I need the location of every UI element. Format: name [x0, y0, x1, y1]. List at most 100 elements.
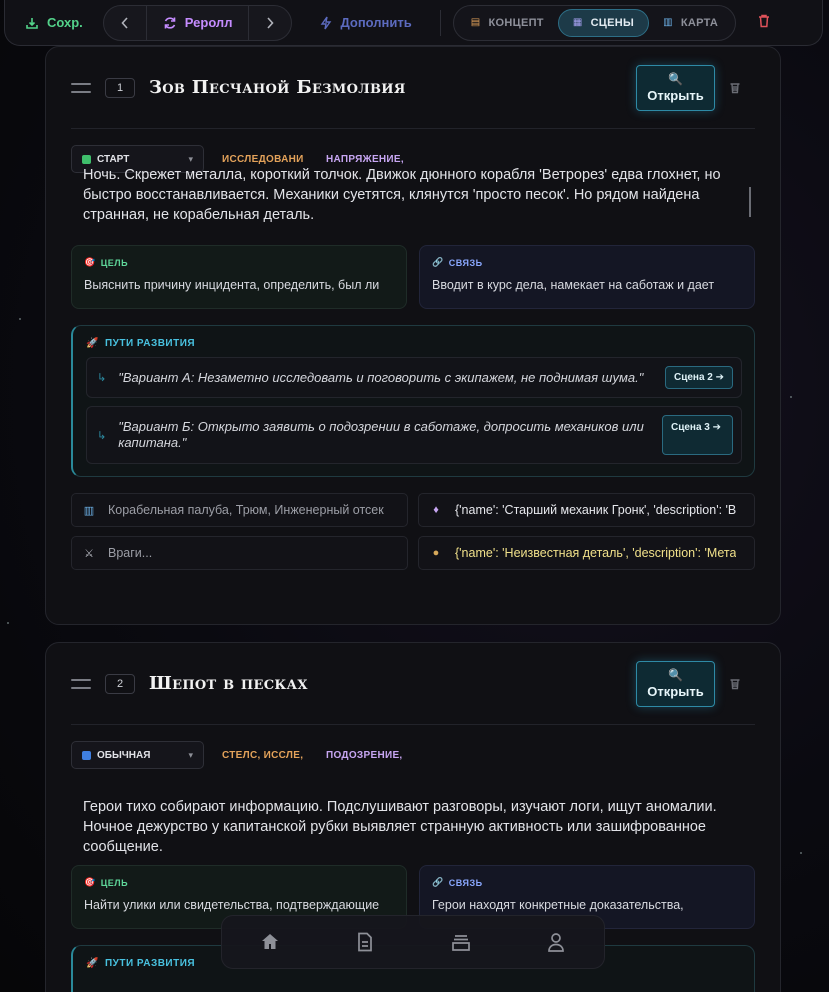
- lightning-icon: [321, 16, 332, 29]
- trash-icon: [759, 14, 770, 28]
- fill-button[interactable]: Дополнить: [292, 15, 439, 30]
- path-text: "Вариант А: Незаметно исследовать и пого…: [118, 369, 644, 385]
- money-bag-icon: ●: [432, 547, 440, 559]
- home-button[interactable]: [258, 930, 282, 954]
- trash-icon: [730, 83, 740, 94]
- save-button[interactable]: Сохр.: [13, 15, 103, 30]
- prev-button[interactable]: [104, 5, 146, 41]
- scene-details-grid: ▥ Корабельная палуба, Трюм, Инженерный о…: [71, 493, 755, 570]
- scroll-icon: ▤: [470, 17, 481, 28]
- goal-label: ЦЕЛЬ: [100, 877, 129, 888]
- npcs-field[interactable]: ♦ {'name': 'Старший механик Гронк', 'des…: [418, 493, 755, 527]
- goal-link-row: 🎯 ЦЕЛЬ Выяснить причину инцидента, опреде…: [71, 245, 755, 309]
- delete-scene-button[interactable]: [715, 677, 755, 690]
- drag-handle[interactable]: [71, 82, 91, 93]
- path-text: "Вариант Б: Открыто заявить о подозрении…: [118, 419, 644, 450]
- scene-description[interactable]: Ночь. Скрежет металла, короткий толчок. …: [71, 165, 755, 225]
- view-tabs: ▤ КОНЦЕПТ ▦ СЦЕНЫ ▥ КАРТА: [452, 4, 737, 41]
- tab-scenes[interactable]: ▦ СЦЕНЫ: [557, 8, 650, 37]
- open-button[interactable]: 🔍 Открыть: [636, 660, 715, 707]
- download-icon: [26, 17, 38, 29]
- locations-value: Корабельная палуба, Трюм, Инженерный отс…: [108, 503, 384, 517]
- toolbar-divider: [439, 9, 441, 36]
- star: [19, 318, 21, 320]
- open-label: Открыть: [647, 684, 704, 699]
- open-label: Открыть: [647, 88, 704, 103]
- link-label: СВЯЗЬ: [448, 877, 483, 888]
- document-icon: [358, 932, 373, 952]
- rocket-icon: 🚀: [86, 338, 99, 349]
- chevron-down-icon: ▾: [188, 749, 193, 760]
- drag-handle[interactable]: [71, 678, 91, 689]
- target-icon: 🎯: [84, 257, 96, 267]
- user-icon: [548, 933, 565, 952]
- scene-navigator: Реролл: [102, 4, 293, 41]
- mood-input[interactable]: НАПРЯЖЕНИЕ, І: [326, 154, 406, 165]
- branch-arrow-icon: ↳: [97, 372, 107, 384]
- goto-scene-button[interactable]: Сцена 2 ➔: [664, 366, 733, 389]
- scene-header: 2 Шепот в песках 🔍 Открыть: [71, 643, 755, 725]
- goal-text: Выяснить причину инцидента, определить, …: [84, 278, 380, 292]
- link-text: Герои находят конкретные доказательства,: [432, 898, 684, 912]
- locations-field[interactable]: ▥ Корабельная палуба, Трюм, Инженерный о…: [71, 493, 408, 527]
- type-color-swatch: [82, 154, 91, 164]
- link-icon: 🔗: [432, 877, 444, 887]
- top-toolbar: Сохр. Реролл Дополнить ▤ КОНЦЕПТ ▦ СЦЕНЫ…: [4, 0, 823, 46]
- tab-map-label: КАРТА: [680, 16, 719, 29]
- trash-icon: [730, 679, 740, 690]
- swords-icon: ⚔: [84, 547, 94, 560]
- items-field[interactable]: ● {'name': 'Неизвестная деталь', 'descri…: [418, 536, 755, 570]
- next-button[interactable]: [249, 5, 291, 41]
- magnifier-icon: 🔍: [668, 72, 683, 86]
- star: [7, 622, 9, 624]
- chevron-right-icon: [267, 16, 275, 29]
- tab-concept[interactable]: ▤ КОНЦЕПТ: [457, 9, 558, 37]
- description-text: Ночь. Скрежет металла, короткий толчок. …: [83, 167, 721, 223]
- scene-meta: ОБЫЧНАЯ ▾ СТЕЛС, ИССЛЕ, ПОДОЗРЕНИЕ, І: [71, 725, 755, 785]
- delete-all-button[interactable]: [758, 14, 770, 31]
- reroll-label: Реролл: [184, 15, 233, 30]
- profile-button[interactable]: [544, 930, 568, 954]
- reroll-button[interactable]: Реролл: [145, 4, 250, 41]
- text-cursor: [749, 187, 751, 217]
- scene-description[interactable]: Герои тихо собирают информацию. Подслуши…: [71, 797, 755, 857]
- map-icon: ▥: [83, 504, 95, 517]
- chevron-left-icon: [121, 16, 128, 29]
- chevron-down-icon: ▾: [188, 153, 193, 164]
- scene-type-value: СТАРТ: [97, 153, 130, 165]
- scene-title[interactable]: Зов Песчаной Безмолвия: [149, 77, 636, 98]
- scene-type-value: ОБЫЧНАЯ: [97, 749, 151, 761]
- branch-arrow-icon: ↳: [97, 429, 107, 442]
- star: [800, 852, 802, 854]
- scene-title[interactable]: Шепот в песках: [149, 673, 636, 694]
- scene-number[interactable]: 1: [105, 77, 135, 98]
- open-button[interactable]: 🔍 Открыть: [636, 64, 715, 111]
- scene-number[interactable]: 2: [105, 673, 135, 694]
- goal-text: Найти улики или свидетельства, подтвержд…: [84, 898, 380, 912]
- mood-input[interactable]: ПОДОЗРЕНИЕ, І: [326, 750, 406, 761]
- target-icon: 🎯: [84, 877, 96, 887]
- delete-scene-button[interactable]: [715, 81, 755, 94]
- paths-label: ПУТИ РАЗВИТИЯ: [104, 958, 196, 969]
- link-box[interactable]: 🔗 СВЯЗЬ Вводит в курс дела, намекает на с…: [419, 245, 755, 309]
- paths-section: 🚀 ПУТИ РАЗВИТИЯ ↳ "Вариант А: Незаметно и…: [71, 325, 755, 477]
- tab-scenes-label: СЦЕНЫ: [590, 16, 635, 29]
- document-button[interactable]: [353, 930, 377, 954]
- goal-label: ЦЕЛЬ: [100, 257, 129, 268]
- archive-icon: [451, 935, 470, 951]
- tab-map[interactable]: ▥ КАРТА: [649, 9, 732, 37]
- archive-button[interactable]: [449, 930, 473, 954]
- tags-input[interactable]: ИССЛЕДОВАНИ: [222, 154, 308, 165]
- goal-box[interactable]: 🎯 ЦЕЛЬ Выяснить причину инцидента, опреде…: [71, 245, 407, 309]
- book-icon: ▥: [663, 17, 673, 28]
- scene-type-select[interactable]: ОБЫЧНАЯ ▾: [71, 741, 204, 769]
- type-color-swatch: [82, 750, 91, 760]
- tab-concept-label: КОНЦЕПТ: [488, 16, 544, 29]
- path-item[interactable]: ↳ "Вариант Б: Открыто заявить о подозрен…: [86, 406, 742, 464]
- rocket-icon: 🚀: [86, 958, 99, 969]
- tags-input[interactable]: СТЕЛС, ИССЛЕ,: [222, 750, 308, 761]
- enemies-field[interactable]: ⚔ Враги...: [71, 536, 408, 570]
- goto-scene-button[interactable]: Сцена 3 ➔: [662, 415, 733, 455]
- path-item[interactable]: ↳ "Вариант А: Незаметно исследовать и по…: [86, 357, 742, 398]
- items-value: {'name': 'Неизвестная деталь', 'descript…: [455, 546, 737, 560]
